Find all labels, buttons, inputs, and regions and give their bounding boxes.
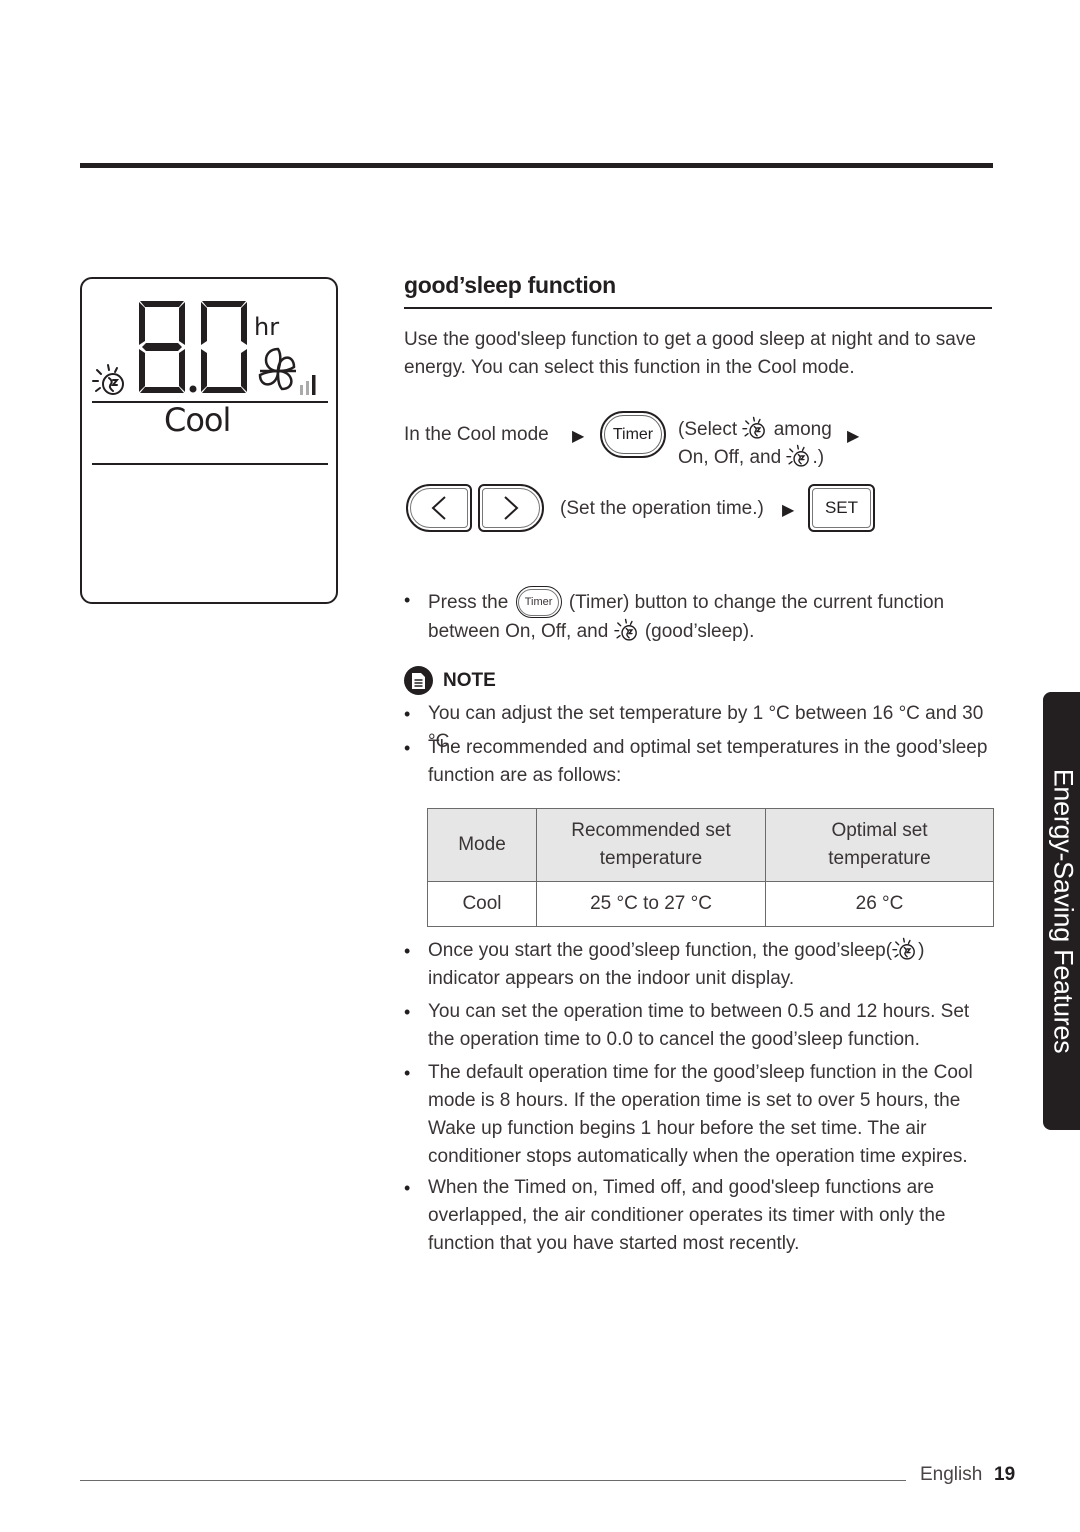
fan-icon	[258, 347, 316, 395]
table-header-mode: Mode	[427, 808, 537, 882]
lcd-time-unit: hr	[254, 313, 280, 341]
intro-paragraph: Use the good'sleep function to get a goo…	[404, 329, 976, 378]
table-header-optimal: Optimal set temperature	[765, 808, 994, 882]
section-title: good’sleep function	[404, 272, 616, 298]
fan-speed-icon	[300, 375, 316, 395]
table-header-row: Mode Recommended set temperature Optimal…	[427, 808, 994, 882]
title-rule	[404, 307, 992, 309]
indicator-bullet: Once you start the good’sleep function, …	[404, 937, 994, 993]
note-bullet: The recommended and optimal set temperat…	[404, 734, 994, 790]
chapter-side-tab: Energy-Saving Features	[1043, 692, 1080, 1130]
table-row: Cool 25 °C to 27 °C 26 °C	[427, 881, 994, 927]
seg-8-g	[142, 343, 182, 351]
arrow-icon: ▶	[847, 428, 860, 445]
lcd-time-digits	[139, 301, 247, 393]
footer-language: English	[920, 1464, 983, 1485]
note-label: NOTE	[443, 669, 496, 691]
seg-0-b	[241, 302, 247, 345]
footer-page-number: 19	[994, 1464, 1016, 1485]
seg-8-d	[140, 387, 184, 393]
left-button[interactable]	[406, 484, 472, 532]
info-bullet: The default operation time for the good’…	[404, 1059, 994, 1171]
info-bullet: You can set the operation time to betwee…	[404, 998, 994, 1054]
select-line2-prefix: On, Off, and	[678, 447, 782, 468]
chevron-left-icon	[431, 496, 446, 520]
set-button-label: SET	[824, 498, 859, 517]
press-suffix: (good’sleep).	[644, 621, 755, 642]
lcd-display-panel: hr Cool	[80, 277, 338, 604]
select-suffix: among	[773, 419, 832, 440]
chapter-side-tab-label: Energy-Saving Features	[1048, 768, 1079, 1054]
seg-8-f	[139, 302, 145, 345]
decimal-point	[189, 385, 197, 393]
arrow-icon: ▶	[572, 428, 585, 445]
timer-button-label: Timer	[612, 425, 654, 443]
seg-8-a	[140, 301, 184, 307]
press-timer-bullet: Press the Timer (Timer) button to change…	[404, 586, 994, 646]
lcd-divider	[92, 463, 328, 465]
table-cell-recommended: 25 °C to 27 °C	[536, 881, 766, 927]
step-select-instruction: (Select among	[678, 416, 832, 441]
seg-0-a	[202, 301, 246, 307]
goodsleep-icon	[742, 416, 768, 440]
chevron-right-icon	[504, 496, 519, 520]
goodsleep-icon	[892, 937, 918, 961]
note-heading: NOTE	[404, 666, 496, 695]
goodsleep-icon	[614, 618, 640, 642]
step-cool-mode-label: In the Cool mode	[404, 424, 549, 445]
table-cell-optimal: 26 °C	[765, 881, 994, 927]
press-prefix: Press the	[428, 592, 509, 613]
indicator-prefix: Once you start the good’sleep function, …	[428, 940, 893, 961]
info-bullet: When the Timed on, Timed off, and good's…	[404, 1174, 994, 1258]
top-rule	[80, 163, 993, 168]
lcd-mode-text: Cool	[164, 401, 231, 439]
set-button[interactable]: SET	[808, 484, 875, 532]
goodsleep-icon	[92, 363, 128, 397]
seg-0-c	[241, 349, 247, 392]
note-icon	[404, 666, 433, 695]
seg-0-f	[201, 302, 207, 345]
seg-8-e	[139, 349, 145, 392]
arrow-icon: ▶	[782, 502, 795, 519]
seg-8-c	[179, 349, 185, 392]
right-button[interactable]	[478, 484, 544, 532]
select-prefix: (Select	[678, 419, 738, 440]
step-set-time-label: (Set the operation time.)	[560, 498, 764, 519]
seg-0-e	[201, 349, 207, 392]
goodsleep-icon	[786, 444, 812, 468]
table-header-recommended: Recommended set temperature	[536, 808, 766, 882]
seg-8-b	[179, 302, 185, 345]
timer-inline-button-icon: Timer	[515, 586, 562, 618]
table-cell-mode: Cool	[427, 881, 537, 927]
step-select-instruction-line2: On, Off, and .)	[678, 444, 824, 469]
temperature-table: Mode Recommended set temperature Optimal…	[427, 808, 994, 927]
select-line2-suffix: .)	[812, 447, 825, 468]
seg-0-d	[202, 387, 246, 393]
timer-button[interactable]: Timer	[600, 411, 666, 458]
footer-rule	[80, 1480, 906, 1481]
